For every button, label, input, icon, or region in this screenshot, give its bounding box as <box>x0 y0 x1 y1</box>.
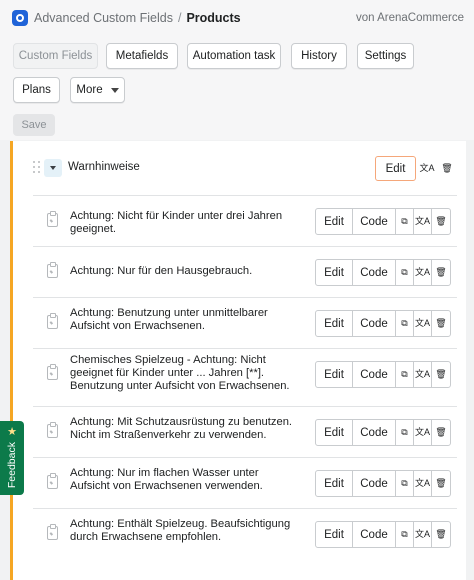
custom-fields-button[interactable]: Custom Fields <box>13 43 98 69</box>
duplicate-icon[interactable]: ⧉ <box>396 209 414 234</box>
breadcrumb-app[interactable]: Advanced Custom Fields <box>34 11 173 25</box>
row-actions: Edit Code ⧉ 文A 🗑 <box>315 208 451 235</box>
field-text: Achtung: Enthält Spielzeug. Beaufsichtig… <box>70 518 291 543</box>
star-icon: ★ <box>7 426 17 438</box>
field-text: Achtung: Mit Schutzausrüstung zu benutze… <box>70 416 293 441</box>
row-actions: Edit Code ⧉ 文A 🗑 <box>315 470 451 497</box>
code-button[interactable]: Code <box>353 362 396 387</box>
duplicate-icon[interactable]: ⧉ <box>396 471 414 496</box>
plans-button[interactable]: Plans <box>13 77 60 103</box>
group-header: Warnhinweise Edit 文A 🗑 <box>13 141 466 195</box>
edit-button[interactable]: Edit <box>316 522 353 547</box>
code-button[interactable]: Code <box>353 522 396 547</box>
collapse-toggle-button[interactable] <box>44 159 62 177</box>
settings-button[interactable]: Settings <box>357 43 414 69</box>
more-label: More <box>76 84 103 96</box>
chevron-down-icon <box>50 166 56 170</box>
vendor-label: von ArenaCommerce <box>355 12 464 24</box>
clipboard-icon <box>47 364 58 380</box>
drag-handle-icon[interactable] <box>33 161 41 173</box>
translate-icon[interactable]: 文A <box>414 522 432 547</box>
translate-icon[interactable]: 文A <box>414 209 432 234</box>
trash-icon[interactable]: 🗑 <box>438 156 456 181</box>
code-button[interactable]: Code <box>353 471 396 496</box>
field-text: Chemisches Spielzeug - Achtung: Nicht ge… <box>70 354 290 392</box>
edit-button[interactable]: Edit <box>316 260 353 285</box>
top-bar: Advanced Custom Fields / Products von Ar… <box>0 0 474 36</box>
feedback-label: Feedback <box>6 442 18 489</box>
page-title: Products <box>186 11 241 25</box>
code-button[interactable]: Code <box>353 311 396 336</box>
toolbar: Custom Fields Metafields Automation task… <box>0 36 474 140</box>
edit-button[interactable]: Edit <box>316 471 353 496</box>
clipboard-icon <box>47 422 58 438</box>
feedback-tab[interactable]: ★ Feedback <box>0 421 24 495</box>
trash-icon[interactable]: 🗑 <box>432 311 450 336</box>
translate-icon[interactable]: 文A <box>414 311 432 336</box>
chevron-down-icon <box>110 87 119 93</box>
field-text: Achtung: Nur im flachen Wasser unter Auf… <box>70 467 263 492</box>
duplicate-icon[interactable]: ⧉ <box>396 420 414 445</box>
clipboard-icon <box>47 524 58 540</box>
row-actions: Edit Code ⧉ 文A 🗑 <box>315 259 451 286</box>
fields-panel: Warnhinweise Edit 文A 🗑 Achtung: Nicht fü… <box>10 141 466 580</box>
duplicate-icon[interactable]: ⧉ <box>396 362 414 387</box>
metafields-button[interactable]: Metafields <box>106 43 178 69</box>
translate-icon[interactable]: 文A <box>414 362 432 387</box>
edit-button[interactable]: Edit <box>316 311 353 336</box>
breadcrumb-separator: / <box>177 11 182 25</box>
field-text: Achtung: Benutzung unter unmittelbarer A… <box>70 307 268 332</box>
app-logo-icon <box>12 10 28 26</box>
row-actions: Edit Code ⧉ 文A 🗑 <box>315 521 451 548</box>
trash-icon[interactable]: 🗑 <box>432 471 450 496</box>
row-actions: Edit Code ⧉ 文A 🗑 <box>315 310 451 337</box>
code-button[interactable]: Code <box>353 209 396 234</box>
duplicate-icon[interactable]: ⧉ <box>396 260 414 285</box>
field-row: Achtung: Enthält Spielzeug. Beaufsichtig… <box>33 508 457 558</box>
clipboard-icon <box>47 313 58 329</box>
history-button[interactable]: History <box>291 43 347 69</box>
translate-icon[interactable]: 文A <box>414 471 432 496</box>
code-button[interactable]: Code <box>353 420 396 445</box>
trash-icon[interactable]: 🗑 <box>432 420 450 445</box>
code-button[interactable]: Code <box>353 260 396 285</box>
group-title: Warnhinweise <box>68 161 140 173</box>
clipboard-icon <box>47 262 58 278</box>
clipboard-icon <box>47 473 58 489</box>
save-button[interactable]: Save <box>13 114 55 136</box>
trash-icon[interactable]: 🗑 <box>432 209 450 234</box>
edit-button[interactable]: Edit <box>316 420 353 445</box>
field-row: Achtung: Mit Schutzausrüstung zu benutze… <box>33 406 457 456</box>
field-row: Achtung: Nur für den Hausgebrauch. Edit Co… <box>33 246 457 296</box>
translate-icon[interactable]: 文A <box>414 420 432 445</box>
field-text: Achtung: Nicht für Kinder unter drei Jah… <box>70 210 283 235</box>
field-row: Chemisches Spielzeug - Achtung: Nicht ge… <box>33 348 457 398</box>
duplicate-icon[interactable]: ⧉ <box>396 522 414 547</box>
trash-icon[interactable]: 🗑 <box>432 362 450 387</box>
trash-icon[interactable]: 🗑 <box>432 522 450 547</box>
clipboard-icon <box>47 211 58 227</box>
translate-icon[interactable]: 文A <box>418 156 436 181</box>
group-edit-button[interactable]: Edit <box>375 156 416 181</box>
trash-icon[interactable]: 🗑 <box>432 260 450 285</box>
row-actions: Edit Code ⧉ 文A 🗑 <box>315 361 451 388</box>
field-text: Achtung: Nur für den Hausgebrauch. <box>70 265 253 277</box>
translate-icon[interactable]: 文A <box>414 260 432 285</box>
automation-task-button[interactable]: Automation task <box>187 43 281 69</box>
edit-button[interactable]: Edit <box>316 362 353 387</box>
edit-button[interactable]: Edit <box>316 209 353 234</box>
field-row: Achtung: Nur im flachen Wasser unter Auf… <box>33 457 457 507</box>
duplicate-icon[interactable]: ⧉ <box>396 311 414 336</box>
row-actions: Edit Code ⧉ 文A 🗑 <box>315 419 451 446</box>
field-row: Achtung: Benutzung unter unmittelbarer A… <box>33 297 457 347</box>
field-row: Achtung: Nicht für Kinder unter drei Jah… <box>33 195 457 245</box>
more-dropdown[interactable]: More <box>70 77 125 103</box>
